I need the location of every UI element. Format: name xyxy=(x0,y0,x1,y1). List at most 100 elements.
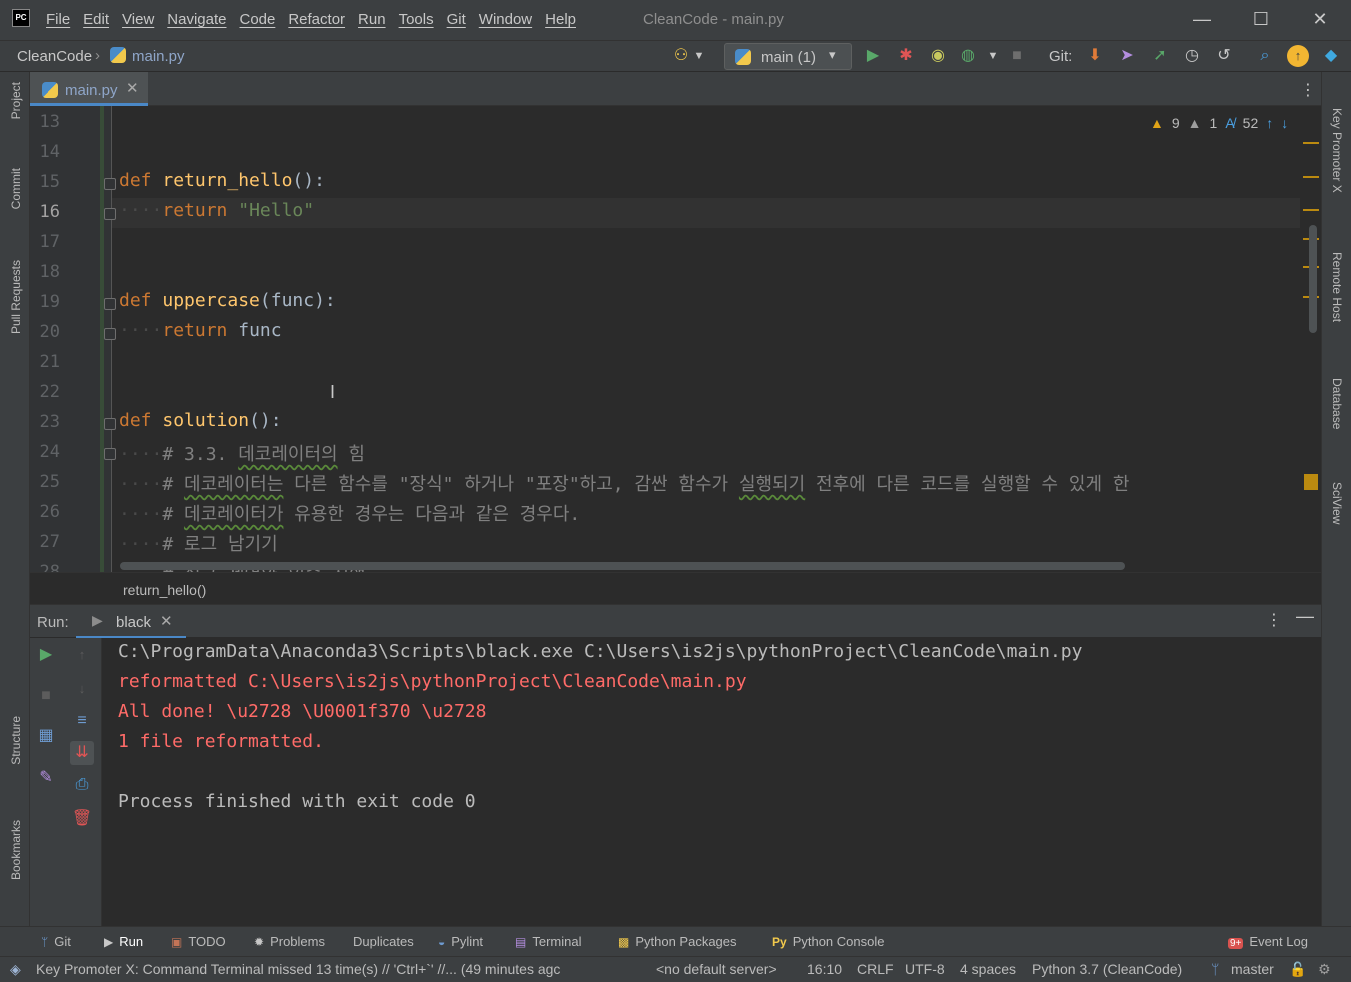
fold-marker-icon[interactable] xyxy=(104,448,116,460)
code-line[interactable]: ····return func xyxy=(119,320,282,341)
tool-commit[interactable]: Commit xyxy=(9,168,23,209)
scroll-to-end-icon[interactable]: ⇊ xyxy=(70,741,94,765)
tool-tab-pylint[interactable]: ◒ Pylint xyxy=(438,934,483,949)
status-server[interactable]: <no default server> xyxy=(656,961,777,977)
menu-file[interactable]: File xyxy=(46,11,70,28)
tool-tab-run[interactable]: ▶ Run xyxy=(104,934,143,949)
pin-icon[interactable]: ✎ xyxy=(34,766,58,790)
close-window-button[interactable]: ✕ xyxy=(1305,6,1335,32)
menu-window[interactable]: Window xyxy=(479,11,532,28)
menu-git[interactable]: Git xyxy=(447,11,466,28)
menu-run[interactable]: Run xyxy=(358,11,386,28)
status-git-branch[interactable]: master xyxy=(1231,961,1274,977)
code-line[interactable]: def return_hello(): xyxy=(119,170,325,191)
tool-sciview[interactable]: SciView xyxy=(1330,482,1344,524)
run-options-icon[interactable]: ⋮ xyxy=(1266,610,1282,630)
fold-marker-icon[interactable] xyxy=(104,178,116,190)
line-number[interactable]: 22 xyxy=(30,382,60,402)
close-tab-icon[interactable]: ✕ xyxy=(126,79,139,97)
run-configuration-select[interactable]: main (1) ▾ xyxy=(724,43,852,70)
menu-code[interactable]: Code xyxy=(239,11,275,28)
tool-database[interactable]: Database xyxy=(1330,378,1344,429)
coverage-icon[interactable]: ◉ xyxy=(927,45,949,67)
chevron-down-icon[interactable]: ▼ xyxy=(982,45,1004,67)
rerun-icon[interactable]: ▶ xyxy=(34,643,58,667)
line-number[interactable]: 18 xyxy=(30,262,60,282)
status-message[interactable]: Key Promoter X: Command Terminal missed … xyxy=(36,961,620,977)
vertical-scrollbar-thumb[interactable] xyxy=(1309,225,1317,333)
tool-structure[interactable]: Structure xyxy=(9,716,23,765)
minimize-button[interactable]: — xyxy=(1187,6,1217,32)
close-run-tab-icon[interactable]: ✕ xyxy=(160,612,173,630)
tool-tab-python-packages[interactable]: ▩ Python Packages xyxy=(618,934,737,949)
line-number[interactable]: 15 xyxy=(30,172,60,192)
fold-marker-icon[interactable] xyxy=(104,298,116,310)
tool-key-promoter[interactable]: Key Promoter X xyxy=(1330,108,1344,193)
inspection-widget[interactable]: ▲ 9 ▲ 1 A̸ 52 ↑ ↓ xyxy=(1150,115,1288,131)
scroll-up-icon[interactable]: ↑ xyxy=(70,643,94,667)
soft-wrap-icon[interactable]: ≡ xyxy=(70,709,94,733)
tool-tab-python-console[interactable]: Py Python Console xyxy=(772,934,884,949)
previous-highlight-icon[interactable]: ↑ xyxy=(1266,115,1273,131)
line-number[interactable]: 25 xyxy=(30,472,60,492)
fold-marker-icon[interactable] xyxy=(104,208,116,220)
status-caret-position[interactable]: 16:10 xyxy=(807,961,842,977)
tool-tab-terminal[interactable]: ▤ Terminal xyxy=(515,934,581,949)
status-encoding[interactable]: UTF-8 xyxy=(905,961,945,977)
rollback-icon[interactable]: ↺ xyxy=(1213,45,1235,67)
menu-tools[interactable]: Tools xyxy=(399,11,434,28)
status-line-separator[interactable]: CRLF xyxy=(857,961,894,977)
line-number[interactable]: 17 xyxy=(30,232,60,252)
clear-all-icon[interactable]: 🗑 xyxy=(70,807,94,831)
maximize-button[interactable]: ☐ xyxy=(1246,6,1276,32)
run-icon[interactable]: ▶ xyxy=(862,45,884,67)
tool-bookmarks[interactable]: Bookmarks xyxy=(9,820,23,880)
code-line[interactable]: ····# 3.3. 데코레이터의 힘 xyxy=(119,440,365,466)
chevron-down-icon[interactable]: ▼ xyxy=(688,45,710,67)
vcs-change-marker[interactable] xyxy=(100,106,104,572)
tool-tab-problems[interactable]: ✹ Problems xyxy=(254,934,325,949)
line-number[interactable]: 20 xyxy=(30,322,60,342)
menu-navigate[interactable]: Navigate xyxy=(167,11,226,28)
editor-tab-main-py[interactable]: main.py ✕ xyxy=(30,72,148,106)
tool-tab-duplicates[interactable]: Duplicates xyxy=(353,934,414,949)
code-line[interactable]: ····# 로그 남기기 xyxy=(119,530,278,556)
hide-run-window-icon[interactable]: — xyxy=(1296,606,1314,627)
code-line[interactable]: def uppercase(func): xyxy=(119,290,336,311)
code-line[interactable]: ····return "Hello" xyxy=(119,200,314,221)
line-number[interactable]: 16 xyxy=(30,202,60,222)
breadcrumb-function[interactable]: return_hello() xyxy=(123,582,206,598)
tool-tab-git[interactable]: ᛘ Git xyxy=(41,934,71,949)
profile-icon[interactable]: ◍ xyxy=(957,45,979,67)
tool-tab-event-log[interactable]: 9+ Event Log xyxy=(1228,934,1308,949)
breadcrumb-file[interactable]: main.py xyxy=(132,48,185,65)
inspector-icon[interactable]: ⚙ xyxy=(1318,961,1331,978)
tab-options-icon[interactable]: ⋮ xyxy=(1300,80,1316,100)
menu-refactor[interactable]: Refactor xyxy=(288,11,345,28)
status-indent[interactable]: 4 spaces xyxy=(960,961,1016,977)
git-commit-icon[interactable]: ➤ xyxy=(1116,45,1138,67)
line-number[interactable]: 26 xyxy=(30,502,60,522)
print-icon[interactable]: ⎙ xyxy=(70,773,94,797)
tool-project[interactable]: Project xyxy=(9,82,23,119)
stop-icon[interactable]: ■ xyxy=(34,684,58,708)
menu-view[interactable]: View xyxy=(122,11,154,28)
tool-pull-requests[interactable]: Pull Requests xyxy=(9,260,23,334)
git-update-icon[interactable]: ⬇ xyxy=(1084,45,1106,67)
search-icon[interactable]: ⌕ xyxy=(1254,45,1276,67)
tool-tab-todo[interactable]: ▣ TODO xyxy=(171,934,226,949)
stop-icon[interactable]: ■ xyxy=(1006,45,1028,67)
code-line[interactable]: ····# 데코레이터가 유용한 경우는 다음과 같은 경우다. xyxy=(119,500,580,526)
warning-marker[interactable] xyxy=(1303,142,1319,144)
lock-icon[interactable]: 🔓 xyxy=(1289,961,1306,978)
history-icon[interactable]: ◷ xyxy=(1181,45,1203,67)
layout-icon[interactable]: ▦ xyxy=(34,724,58,748)
line-number[interactable]: 21 xyxy=(30,352,60,372)
next-highlight-icon[interactable]: ↓ xyxy=(1281,115,1288,131)
line-number[interactable]: 19 xyxy=(30,292,60,312)
layers-icon[interactable]: ◈ xyxy=(10,961,21,978)
line-number[interactable]: 27 xyxy=(30,532,60,552)
line-number[interactable]: 24 xyxy=(30,442,60,462)
update-available-icon[interactable]: ↑ xyxy=(1287,45,1309,67)
warning-marker[interactable] xyxy=(1304,474,1318,490)
